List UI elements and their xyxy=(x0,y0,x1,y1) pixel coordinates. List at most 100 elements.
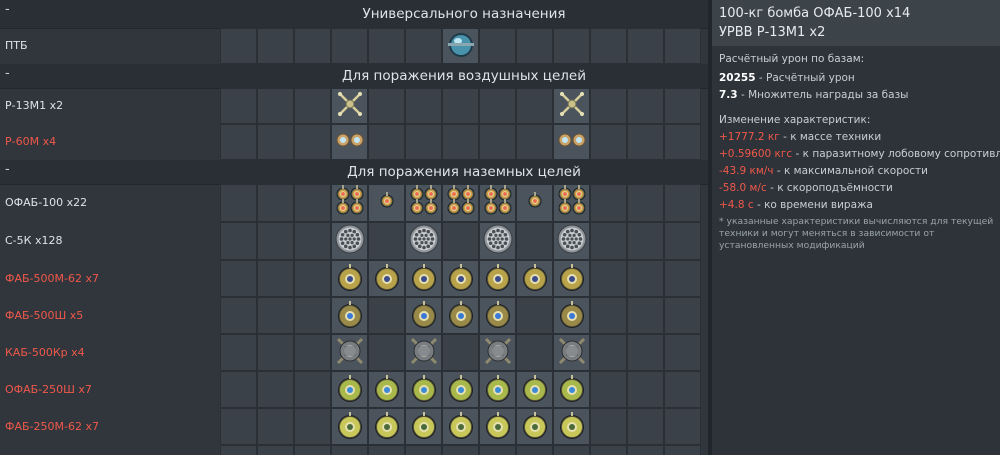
loadout-slot-empty[interactable] xyxy=(220,88,257,124)
loadout-slot-empty[interactable] xyxy=(516,88,553,124)
loadout-slot-filled[interactable] xyxy=(442,260,479,297)
loadout-slot-empty[interactable] xyxy=(257,184,294,222)
loadout-slot-empty[interactable] xyxy=(590,297,627,334)
loadout-slot-empty[interactable] xyxy=(627,184,664,222)
loadout-slot-filled[interactable] xyxy=(553,371,590,408)
loadout-slot-filled[interactable] xyxy=(368,408,405,445)
loadout-slot-empty[interactable] xyxy=(257,408,294,445)
loadout-slot-filled[interactable] xyxy=(331,184,368,222)
loadout-slot-empty[interactable] xyxy=(442,124,479,160)
loadout-slot-empty[interactable] xyxy=(590,408,627,445)
weapon-row[interactable]: С-5К x128 xyxy=(0,222,708,260)
loadout-slot-empty[interactable] xyxy=(516,445,553,455)
loadout-slot-empty[interactable] xyxy=(553,28,590,64)
loadout-slot-empty[interactable] xyxy=(627,28,664,64)
loadout-slot-empty[interactable] xyxy=(627,260,664,297)
loadout-slot-filled[interactable] xyxy=(405,408,442,445)
loadout-slot-empty[interactable] xyxy=(442,222,479,260)
loadout-slot-empty[interactable] xyxy=(257,88,294,124)
loadout-slot-empty[interactable] xyxy=(664,371,701,408)
loadout-slot-empty[interactable] xyxy=(220,297,257,334)
section-collapse-dash[interactable]: - xyxy=(5,2,10,17)
loadout-slot-empty[interactable] xyxy=(590,124,627,160)
loadout-slot-empty[interactable] xyxy=(294,260,331,297)
weapon-row[interactable] xyxy=(0,445,708,455)
loadout-slot-empty[interactable] xyxy=(220,184,257,222)
loadout-slot-filled[interactable] xyxy=(553,334,590,371)
loadout-slot-empty[interactable] xyxy=(664,184,701,222)
loadout-slot-empty[interactable] xyxy=(294,88,331,124)
loadout-slot-empty[interactable] xyxy=(257,334,294,371)
loadout-slot-filled[interactable] xyxy=(331,371,368,408)
loadout-slot-filled[interactable] xyxy=(479,408,516,445)
weapon-row[interactable]: ФАБ-500М-62 x7 xyxy=(0,260,708,297)
weapon-row[interactable]: ФАБ-250М-62 x7 xyxy=(0,408,708,445)
loadout-slot-filled[interactable] xyxy=(479,371,516,408)
loadout-slot-filled[interactable] xyxy=(405,334,442,371)
loadout-slot-empty[interactable] xyxy=(664,28,701,64)
loadout-slot-filled[interactable] xyxy=(479,334,516,371)
loadout-slot-empty[interactable] xyxy=(627,222,664,260)
loadout-slot-filled[interactable] xyxy=(405,371,442,408)
loadout-slot-empty[interactable] xyxy=(294,124,331,160)
loadout-slot-empty[interactable] xyxy=(516,222,553,260)
loadout-slot-empty[interactable] xyxy=(257,297,294,334)
loadout-slot-empty[interactable] xyxy=(590,334,627,371)
loadout-slot-filled[interactable] xyxy=(405,297,442,334)
loadout-slot-empty[interactable] xyxy=(294,408,331,445)
loadout-slot-empty[interactable] xyxy=(405,88,442,124)
loadout-slot-empty[interactable] xyxy=(516,297,553,334)
loadout-slot-empty[interactable] xyxy=(442,334,479,371)
loadout-slot-empty[interactable] xyxy=(294,222,331,260)
loadout-slot-empty[interactable] xyxy=(590,28,627,64)
loadout-slot-empty[interactable] xyxy=(294,334,331,371)
weapon-row[interactable]: ПТБ xyxy=(0,28,708,64)
loadout-slot-empty[interactable] xyxy=(664,445,701,455)
weapon-row[interactable]: ОФАБ-250Ш x7 xyxy=(0,371,708,408)
loadout-slot-empty[interactable] xyxy=(627,124,664,160)
loadout-slot-empty[interactable] xyxy=(220,371,257,408)
loadout-slot-empty[interactable] xyxy=(368,297,405,334)
loadout-slot-empty[interactable] xyxy=(590,371,627,408)
loadout-slot-filled[interactable] xyxy=(331,408,368,445)
loadout-slot-empty[interactable] xyxy=(220,334,257,371)
loadout-slot-empty[interactable] xyxy=(331,28,368,64)
loadout-slot-empty[interactable] xyxy=(331,445,368,455)
loadout-slot-empty[interactable] xyxy=(368,28,405,64)
loadout-slot-empty[interactable] xyxy=(516,334,553,371)
loadout-slot-empty[interactable] xyxy=(664,297,701,334)
loadout-slot-empty[interactable] xyxy=(627,88,664,124)
loadout-slot-filled[interactable] xyxy=(405,222,442,260)
loadout-slot-empty[interactable] xyxy=(405,445,442,455)
loadout-slot-empty[interactable] xyxy=(627,371,664,408)
loadout-slot-filled[interactable] xyxy=(405,184,442,222)
loadout-slot-empty[interactable] xyxy=(627,297,664,334)
loadout-slot-empty[interactable] xyxy=(257,445,294,455)
loadout-slot-filled[interactable] xyxy=(553,88,590,124)
loadout-slot-empty[interactable] xyxy=(405,28,442,64)
loadout-slot-empty[interactable] xyxy=(627,334,664,371)
loadout-slot-empty[interactable] xyxy=(294,371,331,408)
loadout-slot-empty[interactable] xyxy=(257,222,294,260)
loadout-slot-filled[interactable] xyxy=(516,260,553,297)
loadout-slot-filled[interactable] xyxy=(368,260,405,297)
section-collapse-dash[interactable]: - xyxy=(5,162,10,177)
section-collapse-dash[interactable]: - xyxy=(5,66,10,81)
weapon-row[interactable]: Р-13М1 x2 xyxy=(0,88,708,124)
loadout-slot-filled[interactable] xyxy=(368,184,405,222)
loadout-slot-empty[interactable] xyxy=(590,88,627,124)
loadout-slot-empty[interactable] xyxy=(627,408,664,445)
loadout-slot-filled[interactable] xyxy=(479,222,516,260)
loadout-slot-empty[interactable] xyxy=(442,445,479,455)
loadout-slot-empty[interactable] xyxy=(257,124,294,160)
weapon-row[interactable]: ФАБ-500Ш x5 xyxy=(0,297,708,334)
loadout-slot-empty[interactable] xyxy=(368,88,405,124)
loadout-slot-filled[interactable] xyxy=(553,184,590,222)
loadout-slot-empty[interactable] xyxy=(479,124,516,160)
loadout-slot-empty[interactable] xyxy=(664,334,701,371)
loadout-slot-empty[interactable] xyxy=(220,28,257,64)
loadout-slot-empty[interactable] xyxy=(368,124,405,160)
loadout-slot-filled[interactable] xyxy=(553,297,590,334)
loadout-slot-filled[interactable] xyxy=(553,124,590,160)
loadout-slot-filled[interactable] xyxy=(479,260,516,297)
